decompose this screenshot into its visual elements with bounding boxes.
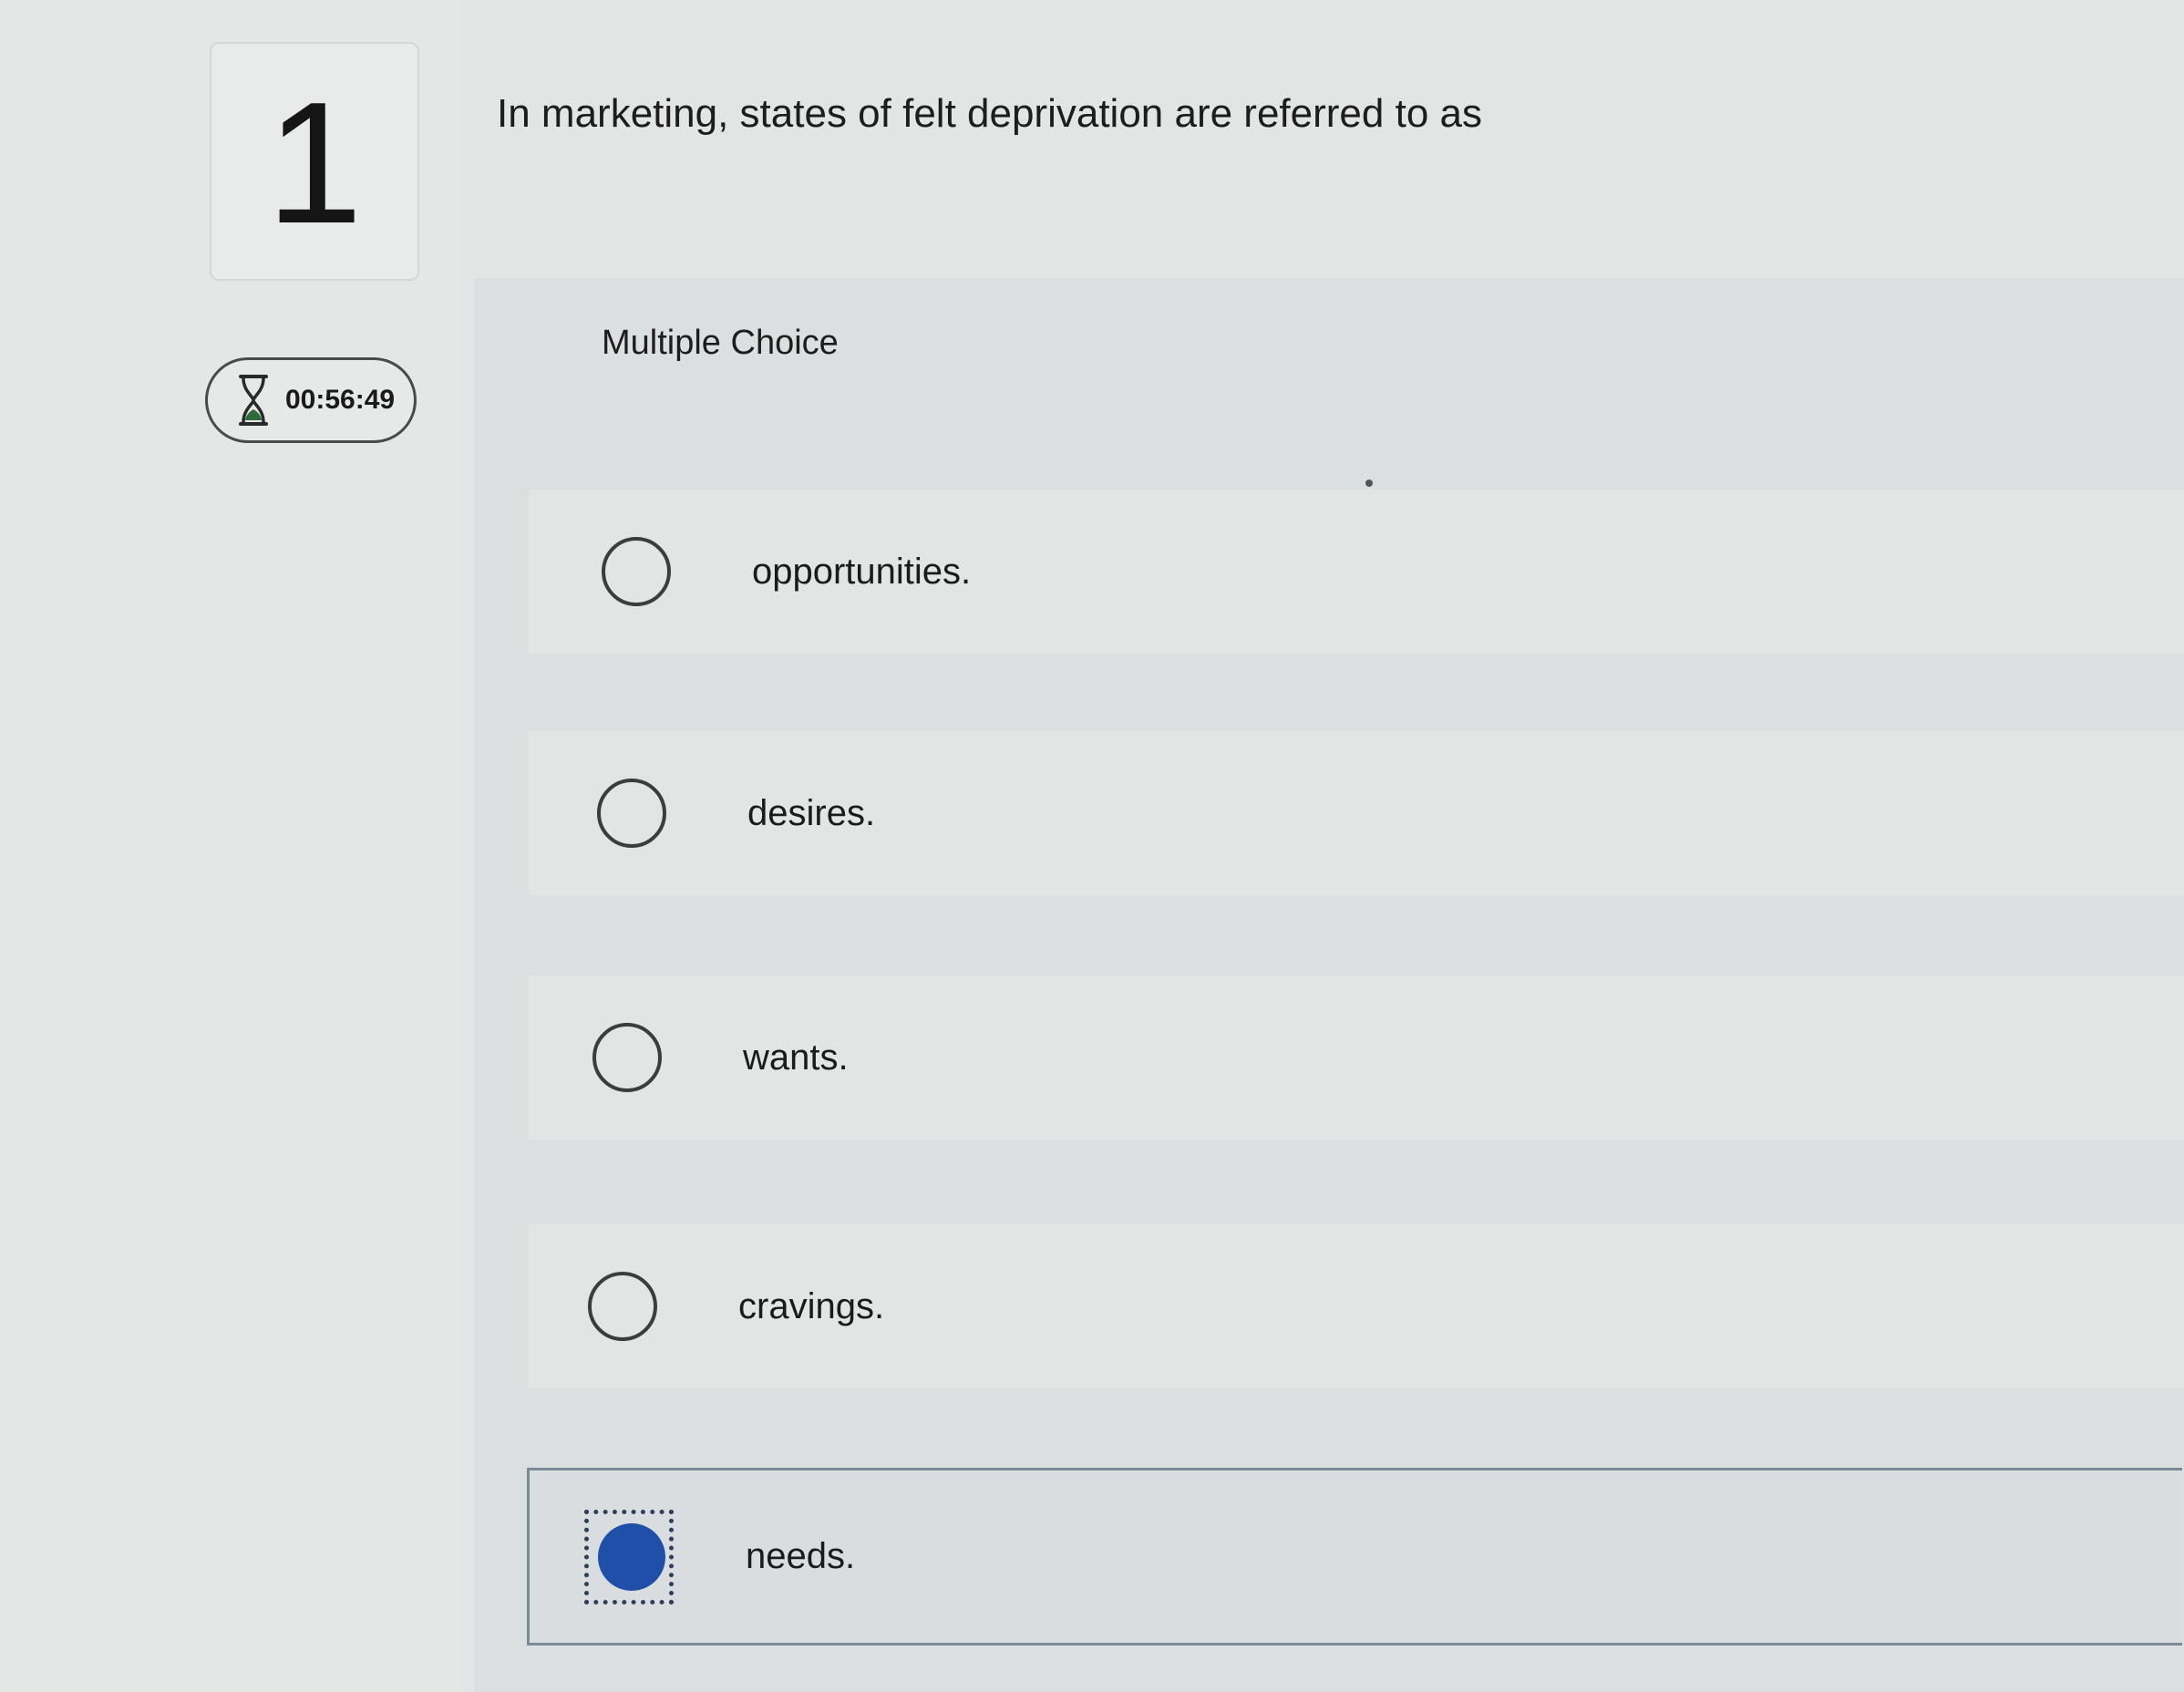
radio-button-selected[interactable] — [584, 1509, 674, 1604]
question-sidebar: 1 00:56:49 — [0, 0, 460, 1692]
radio-button[interactable] — [602, 537, 671, 606]
option-label: cravings. — [738, 1285, 885, 1326]
timer-value: 00:56:49 — [285, 385, 396, 415]
radio-button[interactable] — [597, 779, 666, 848]
question-number-box: 1 — [210, 42, 419, 281]
screen-speck — [1365, 480, 1373, 487]
radio-button[interactable] — [592, 1023, 662, 1092]
option-wants[interactable]: wants. — [529, 975, 2184, 1140]
radio-button[interactable] — [588, 1272, 657, 1341]
radio-selected-dot — [598, 1522, 665, 1591]
option-opportunities[interactable]: opportunities. — [529, 490, 2184, 654]
option-cravings[interactable]: cravings. — [529, 1224, 2184, 1388]
option-label: wants. — [743, 1037, 849, 1078]
hourglass-icon — [239, 375, 268, 426]
answer-panel: Multiple Choice opportunities. desires. … — [474, 278, 2184, 1692]
question-prompt: In marketing, states of felt deprivation… — [497, 91, 1482, 136]
option-label: needs. — [746, 1536, 856, 1576]
option-label: desires. — [747, 792, 876, 833]
question-number: 1 — [266, 67, 363, 260]
option-desires[interactable]: desires. — [529, 731, 2184, 895]
option-needs[interactable]: needs. — [527, 1468, 2182, 1646]
question-type-label: Multiple Choice — [602, 324, 839, 362]
option-label: opportunities. — [752, 551, 972, 592]
timer[interactable]: 00:56:49 — [205, 357, 417, 443]
